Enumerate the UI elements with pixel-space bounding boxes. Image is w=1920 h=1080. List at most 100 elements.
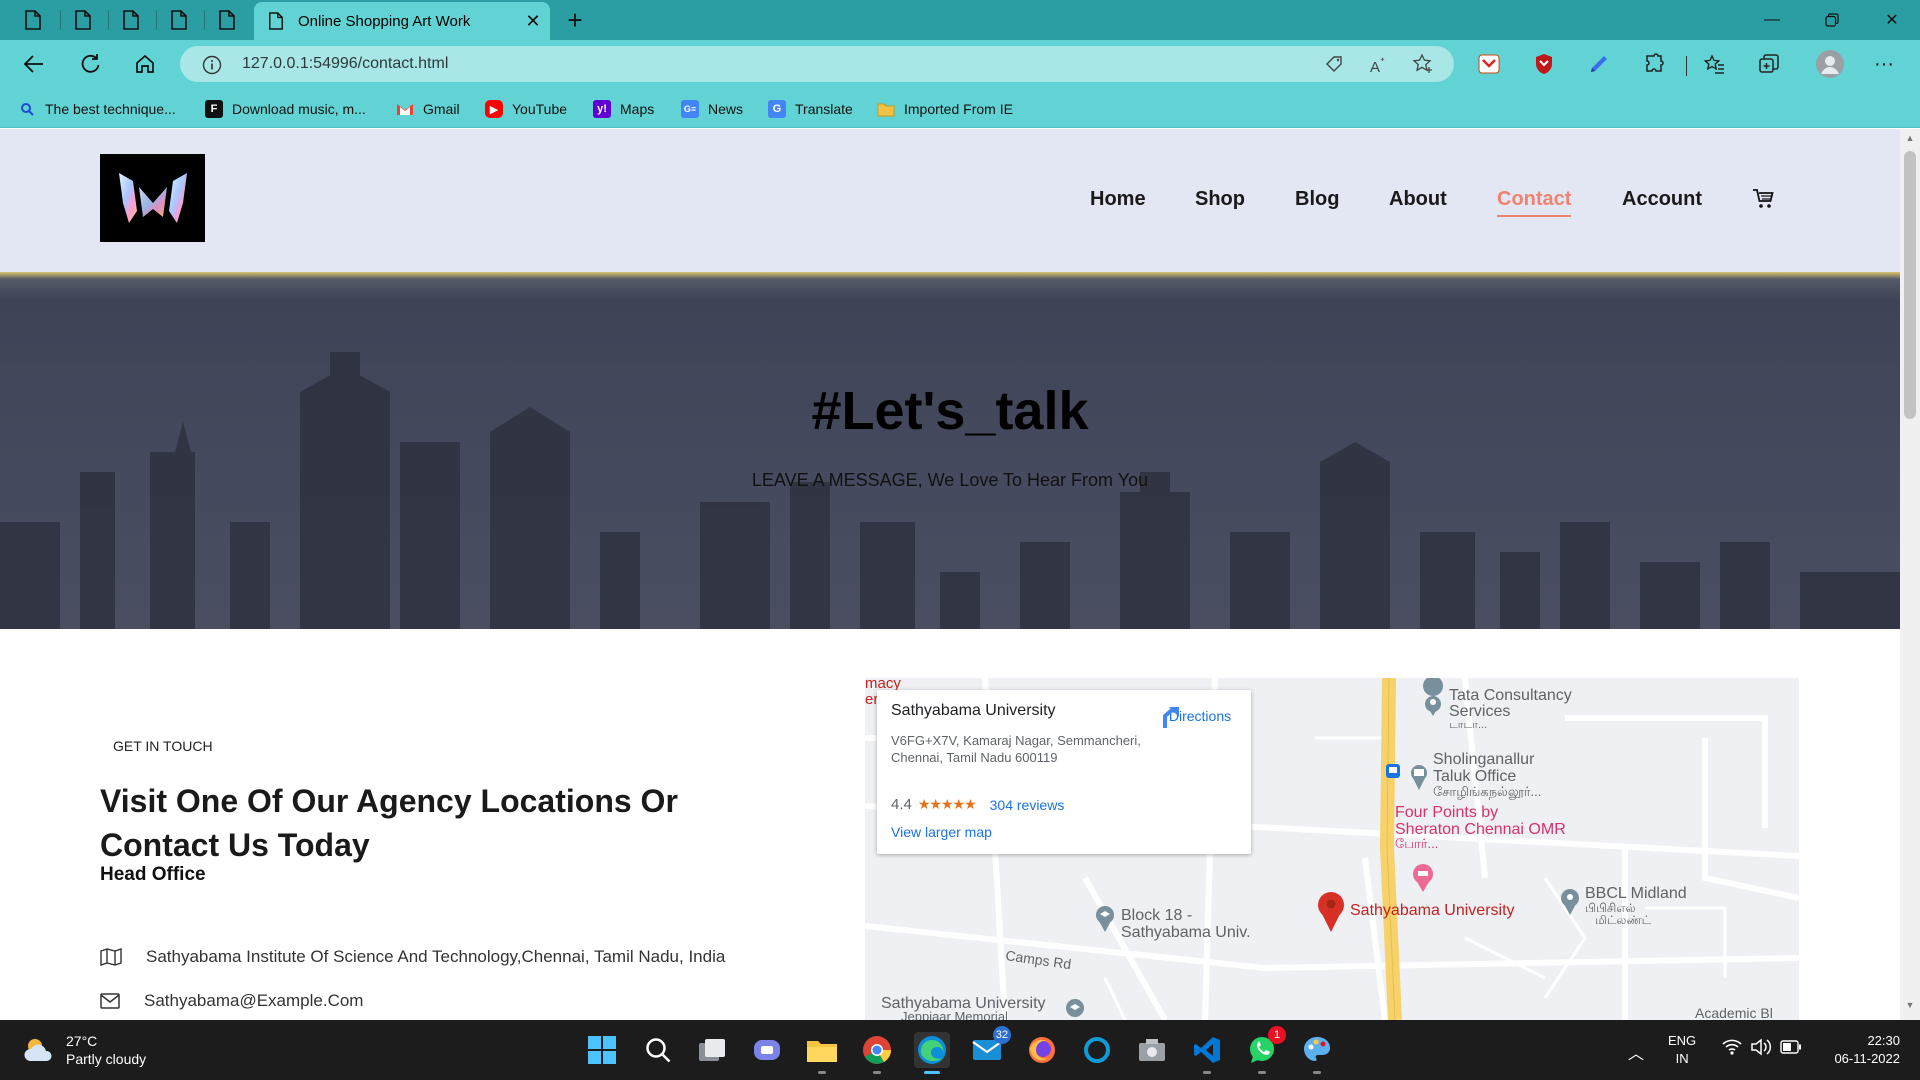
- search-icon: [18, 100, 36, 118]
- minimize-button[interactable]: —: [1742, 0, 1802, 40]
- extension-pocket-icon[interactable]: [1475, 50, 1503, 78]
- bookmark-item[interactable]: Gmail: [396, 98, 460, 120]
- vscode-button[interactable]: [1189, 1032, 1225, 1074]
- nav-contact[interactable]: Contact: [1497, 188, 1572, 217]
- close-window-button[interactable]: ✕: [1862, 0, 1920, 40]
- shopping-cart-icon[interactable]: [1752, 187, 1776, 211]
- profile-avatar[interactable]: [1814, 48, 1846, 80]
- gmail-icon: [396, 100, 414, 118]
- bookmark-item[interactable]: Imported From IE: [877, 98, 1013, 120]
- news-icon: G≡: [681, 100, 699, 118]
- chrome-button[interactable]: [859, 1032, 895, 1074]
- bookmark-item[interactable]: F Download music, m...: [205, 98, 366, 120]
- pinned-tab-3[interactable]: [108, 4, 154, 36]
- contact-section: GET IN TOUCH Visit One Of Our Agency Loc…: [0, 629, 1900, 1020]
- hero-title: #Let's_talk: [811, 381, 1089, 441]
- restore-button[interactable]: [1802, 0, 1862, 40]
- cortana-button[interactable]: [1079, 1032, 1115, 1068]
- document-icon: [75, 10, 91, 30]
- bookmark-item[interactable]: ▶ YouTube: [485, 98, 567, 120]
- nav-home[interactable]: Home: [1090, 188, 1146, 211]
- close-tab-icon[interactable]: ✕: [516, 11, 550, 32]
- url-text[interactable]: 127.0.0.1:54996/contact.html: [242, 55, 448, 73]
- map-label: Taluk Office: [1433, 768, 1516, 785]
- folder-icon: [807, 1041, 837, 1062]
- new-tab-button[interactable]: +: [560, 4, 590, 36]
- refresh-button[interactable]: [72, 46, 108, 82]
- pinned-tab-4[interactable]: [156, 4, 202, 36]
- email-row: Sathyabama@Example.Com: [100, 991, 363, 1011]
- pinned-tab-1[interactable]: [10, 4, 56, 36]
- address-bar[interactable]: 127.0.0.1:54996/contact.html Aᐩ: [180, 46, 1454, 82]
- active-tab[interactable]: Online Shopping Art Work ✕: [254, 2, 550, 40]
- language-indicator[interactable]: ENG IN: [1668, 1032, 1696, 1068]
- hero-banner: #Let's_talk LEAVE A MESSAGE, We Love To …: [0, 272, 1900, 629]
- settings-more-icon[interactable]: ···: [1870, 50, 1898, 78]
- system-clock[interactable]: 22:30 06-11-2022: [1820, 1032, 1900, 1068]
- firefox-button[interactable]: [1024, 1032, 1060, 1068]
- whatsapp-button[interactable]: 1: [1244, 1026, 1286, 1074]
- extension-mcafee-icon[interactable]: [1530, 50, 1558, 78]
- scroll-down-icon[interactable]: ▼: [1900, 1000, 1920, 1016]
- bookmark-item[interactable]: G Translate: [768, 98, 853, 120]
- directions-button[interactable]: Directions: [1159, 704, 1241, 728]
- restore-icon: [1825, 13, 1839, 27]
- task-view-button[interactable]: [694, 1032, 730, 1068]
- address-row: Sathyabama Institute Of Science And Tech…: [100, 947, 725, 967]
- map-label: Block 18 -: [1121, 907, 1192, 924]
- document-icon: [269, 12, 283, 30]
- home-button[interactable]: [127, 46, 163, 82]
- document-icon: [123, 10, 139, 30]
- volume-icon[interactable]: [1750, 1038, 1772, 1061]
- view-larger-map-link[interactable]: View larger map: [891, 824, 992, 840]
- page-scrollbar[interactable]: ▲ ▼: [1900, 129, 1920, 1020]
- teams-chat-button[interactable]: [749, 1032, 785, 1068]
- scroll-up-icon[interactable]: ▲: [1900, 133, 1920, 149]
- rating-value: 4.4: [891, 796, 912, 813]
- mail-badge: 32: [992, 1026, 1011, 1044]
- extensions-puzzle-icon[interactable]: [1640, 50, 1668, 78]
- collections-icon[interactable]: [1755, 50, 1783, 78]
- nav-blog[interactable]: Blog: [1295, 188, 1339, 211]
- tag-icon[interactable]: [1324, 54, 1344, 74]
- scrollbar-thumb[interactable]: [1904, 151, 1916, 419]
- email-text[interactable]: Sathyabama@Example.Com: [144, 991, 363, 1011]
- map-place-address: V6FG+X7V, Kamaraj Nagar, Semmancheri, Ch…: [891, 733, 1141, 765]
- reviews-link[interactable]: 304 reviews: [990, 797, 1065, 813]
- wifi-icon[interactable]: [1722, 1038, 1742, 1061]
- extension-pen-icon[interactable]: [1585, 50, 1613, 78]
- bookmark-item[interactable]: y! Maps: [593, 98, 654, 120]
- info-icon[interactable]: [202, 55, 222, 75]
- nav-about[interactable]: About: [1389, 188, 1447, 211]
- start-button[interactable]: [584, 1032, 620, 1068]
- mail-button[interactable]: 32: [969, 1026, 1011, 1068]
- bookmark-item[interactable]: G≡ News: [681, 98, 743, 120]
- battery-icon[interactable]: [1780, 1040, 1802, 1059]
- site-logo[interactable]: [100, 154, 205, 242]
- address-text: Sathyabama Institute Of Science And Tech…: [146, 947, 726, 966]
- clock-date: 06-11-2022: [1834, 1051, 1900, 1066]
- yahoo-icon: y!: [593, 100, 611, 118]
- paint-button[interactable]: [1299, 1032, 1335, 1074]
- map-label: Four Points by: [1395, 804, 1498, 821]
- favorites-list-icon[interactable]: [1700, 50, 1728, 78]
- favorite-star-icon[interactable]: [1412, 53, 1434, 75]
- weather-widget[interactable]: 27°C Partly cloudy: [22, 1032, 146, 1068]
- search-button[interactable]: [640, 1032, 676, 1068]
- edge-button[interactable]: [914, 1032, 950, 1074]
- photos-button[interactable]: [1134, 1032, 1170, 1068]
- pinned-tab-5[interactable]: [204, 4, 250, 36]
- browser-toolbar: 127.0.0.1:54996/contact.html Aᐩ ···: [0, 40, 1920, 88]
- nav-shop[interactable]: Shop: [1195, 188, 1245, 211]
- nav-account[interactable]: Account: [1622, 188, 1702, 211]
- read-aloud-icon[interactable]: Aᐩ: [1370, 54, 1385, 76]
- pinned-tab-2[interactable]: [60, 4, 106, 36]
- embedded-map[interactable]: Tata Consultancy Services டாடா... Sholin…: [865, 678, 1799, 1020]
- bookmark-item[interactable]: The best technique...: [18, 98, 176, 120]
- show-hidden-icons-icon[interactable]: ︿: [1628, 1040, 1644, 1064]
- page-viewport: Home Shop Blog About Contact Account #Le…: [0, 129, 1900, 1020]
- file-explorer-button[interactable]: [804, 1032, 840, 1074]
- tab-title: Online Shopping Art Work: [298, 12, 471, 30]
- back-button[interactable]: [16, 46, 52, 82]
- temperature-text: 27°C: [66, 1033, 98, 1049]
